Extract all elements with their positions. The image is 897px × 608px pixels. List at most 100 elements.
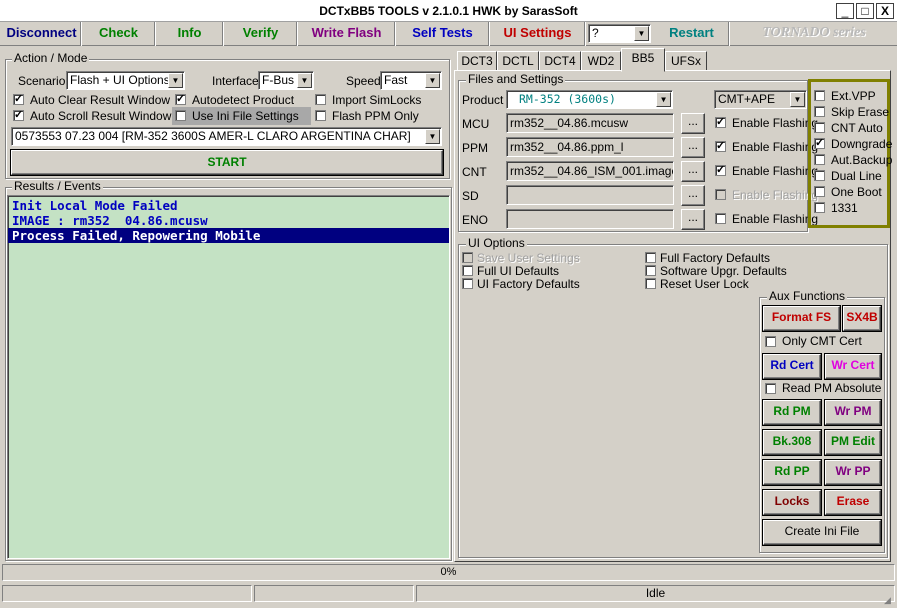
ui-factory-defaults-label: UI Factory Defaults [477, 277, 580, 291]
autodetect-product-checkbox[interactable]: ✓ [175, 94, 186, 105]
sd-file-field[interactable] [506, 185, 674, 205]
option-label: Downgrade [831, 137, 893, 151]
pm-edit-button[interactable]: PM Edit [825, 430, 881, 455]
ppm-file-field[interactable]: rm352__04.86.ppm_l [506, 137, 674, 157]
auto-clear-label: Auto Clear Result Window [30, 93, 171, 107]
speed-select[interactable]: Fast ▼ [380, 71, 442, 90]
product-code-select[interactable]: 0573553 07.23 004 [RM-352 3600S AMER-L C… [11, 127, 442, 146]
option-label: Skip Erase [831, 105, 890, 119]
rd-cert-button[interactable]: Rd Cert [763, 354, 821, 379]
format-fs-button[interactable]: Format FS [763, 306, 840, 331]
product-select[interactable]: RM-352 (3600s) ▼ [506, 90, 673, 109]
maximize-button[interactable]: □ [856, 3, 874, 19]
mcu-enable-label: Enable Flashing [732, 116, 819, 130]
restart-button[interactable]: Restart [654, 22, 730, 46]
only-cmt-cert-label: Only CMT Cert [782, 334, 862, 348]
locks-button[interactable]: Locks [763, 490, 821, 515]
aux-functions-title: Aux Functions [767, 289, 848, 303]
option-checkbox[interactable] [814, 90, 825, 101]
write-flash-button[interactable]: Write Flash [298, 22, 396, 46]
sd-enable-checkbox[interactable] [715, 189, 726, 200]
self-tests-button[interactable]: Self Tests [396, 22, 490, 46]
tab-ufsx[interactable]: UFSx [665, 51, 707, 71]
tab-bb5[interactable]: BB5 [621, 48, 665, 72]
tab-dct4[interactable]: DCT4 [539, 51, 581, 71]
mcu-browse-button[interactable]: ... [681, 113, 705, 134]
status-pane-2 [254, 585, 414, 602]
minimize-button[interactable]: _ [836, 3, 854, 19]
interface-select[interactable]: F-Bus ▼ [258, 71, 314, 90]
ui-options-title: UI Options [466, 236, 527, 250]
help-select[interactable]: ? ▼ [588, 24, 651, 43]
only-cmt-cert-checkbox[interactable] [765, 336, 776, 347]
wr-pp-button[interactable]: Wr PP [825, 460, 881, 485]
reset-user-lock-checkbox[interactable] [645, 278, 656, 289]
product-code-value: 0573553 07.23 004 [RM-352 3600S AMER-L C… [15, 129, 411, 143]
wr-cert-button[interactable]: Wr Cert [825, 354, 881, 379]
read-pm-absolute-checkbox[interactable] [765, 383, 776, 394]
option-checkbox[interactable] [814, 154, 825, 165]
cnt-enable-checkbox[interactable]: ✓ [715, 165, 726, 176]
action-mode-title: Action / Mode [12, 51, 90, 65]
use-ini-checkbox[interactable] [175, 110, 186, 121]
verify-button[interactable]: Verify [224, 22, 298, 46]
status-text: Idle [645, 586, 666, 600]
create-ini-file-button[interactable]: Create Ini File [763, 520, 881, 545]
ppm-enable-checkbox[interactable]: ✓ [715, 141, 726, 152]
auto-scroll-checkbox[interactable]: ✓ [13, 110, 24, 121]
files-settings-title: Files and Settings [466, 72, 566, 86]
save-user-settings-checkbox[interactable] [462, 252, 473, 263]
tab-wd2[interactable]: WD2 [581, 51, 621, 71]
info-button[interactable]: Info [156, 22, 224, 46]
wr-pm-button[interactable]: Wr PM [825, 400, 881, 425]
ui-factory-defaults-checkbox[interactable] [462, 278, 473, 289]
option-checkbox[interactable] [814, 186, 825, 197]
variant-select[interactable]: CMT+APE ▼ [714, 90, 807, 109]
ui-settings-button[interactable]: UI Settings [490, 22, 586, 46]
start-button[interactable]: START [11, 150, 443, 175]
product-value: RM-352 (3600s) [519, 92, 616, 106]
ppm-browse-button[interactable]: ... [681, 137, 705, 158]
scenario-select[interactable]: Flash + UI Options ▼ [66, 71, 185, 90]
eno-enable-checkbox[interactable] [715, 213, 726, 224]
help-select-value: ? [592, 26, 599, 40]
results-log[interactable]: Init Local Mode Failed IMAGE : rm352 04.… [7, 195, 450, 559]
resize-grip-icon[interactable]: ◢ [884, 595, 891, 606]
tab-dct3[interactable]: DCT3 [457, 51, 497, 71]
option-checkbox[interactable] [814, 106, 825, 117]
rd-pp-button[interactable]: Rd PP [763, 460, 821, 485]
tab-dctl[interactable]: DCTL [497, 51, 539, 71]
bk308-button[interactable]: Bk.308 [763, 430, 821, 455]
disconnect-button[interactable]: Disconnect [2, 22, 82, 46]
mcu-label: MCU [462, 117, 490, 131]
sd-browse-button[interactable]: ... [681, 185, 705, 206]
full-factory-defaults-checkbox[interactable] [645, 252, 656, 263]
full-ui-defaults-checkbox[interactable] [462, 265, 473, 276]
option-checkbox[interactable] [814, 170, 825, 181]
cnt-browse-button[interactable]: ... [681, 161, 705, 182]
mcu-file-field[interactable]: rm352__04.86.mcusw [506, 113, 674, 133]
option-label: Aut.Backup [831, 153, 893, 167]
ppm-label: PPM [462, 141, 489, 155]
option-checkbox[interactable] [814, 122, 825, 133]
option-checkbox[interactable] [814, 202, 825, 213]
chevron-down-icon: ▼ [168, 73, 183, 88]
status-pane-state: Idle [416, 585, 895, 602]
flash-ppm-only-checkbox[interactable] [315, 110, 326, 121]
full-factory-defaults-label: Full Factory Defaults [660, 251, 771, 265]
auto-clear-checkbox[interactable]: ✓ [13, 94, 24, 105]
eno-browse-button[interactable]: ... [681, 209, 705, 230]
rd-pm-button[interactable]: Rd PM [763, 400, 821, 425]
erase-button[interactable]: Erase [825, 490, 881, 515]
mcu-enable-checkbox[interactable]: ✓ [715, 117, 726, 128]
import-simlocks-checkbox[interactable] [315, 94, 326, 105]
sx4b-button[interactable]: SX4B [843, 306, 881, 331]
reset-user-lock-label: Reset User Lock [660, 277, 749, 291]
check-button[interactable]: Check [82, 22, 156, 46]
software-upgr-defaults-checkbox[interactable] [645, 265, 656, 276]
eno-file-field[interactable] [506, 209, 674, 229]
option-checkbox[interactable]: ✓ [814, 138, 825, 149]
interface-value: F-Bus [262, 73, 295, 87]
cnt-file-field[interactable]: rm352__04.86_ISM_001.image_L_ [506, 161, 674, 181]
close-button[interactable]: X [876, 3, 894, 19]
